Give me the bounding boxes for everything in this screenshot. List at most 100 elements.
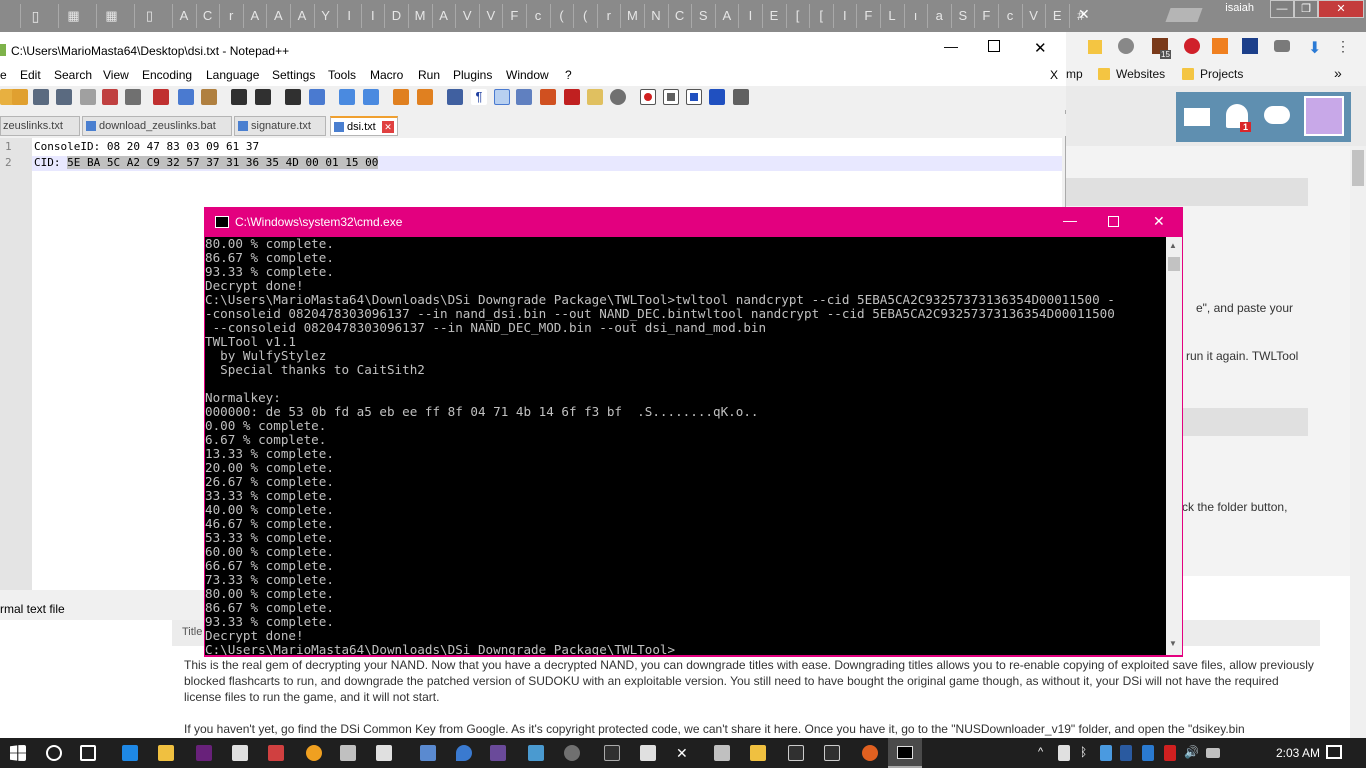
menu-view[interactable]: View: [103, 68, 129, 82]
task-view-icon[interactable]: [80, 745, 96, 761]
replace-icon[interactable]: [309, 89, 325, 105]
close-button[interactable]: ✕: [1034, 39, 1047, 57]
tray-icon[interactable]: [1142, 745, 1154, 761]
doc-map-icon[interactable]: [540, 89, 556, 105]
bookmark-item[interactable]: mp: [1066, 67, 1083, 81]
chrome-tab[interactable]: Y: [313, 4, 337, 28]
app-icon[interactable]: [376, 745, 392, 761]
clock[interactable]: 2:03 AM: [1276, 746, 1320, 760]
app-icon[interactable]: [268, 745, 284, 761]
menu-language[interactable]: Language: [206, 68, 259, 82]
tray-icon[interactable]: [1120, 745, 1132, 761]
app-icon[interactable]: [862, 745, 878, 761]
extension-icon[interactable]: [1184, 38, 1200, 54]
scroll-down-icon[interactable]: ▼: [1169, 639, 1177, 648]
chrome-profile-name[interactable]: isaiah: [1225, 2, 1254, 14]
paste-icon[interactable]: [201, 89, 217, 105]
action-center-icon[interactable]: [1326, 745, 1342, 759]
console-output[interactable]: 80.00 % complete. 86.67 % complete. 93.33 …: [205, 237, 1166, 655]
close-tab-icon[interactable]: ✕: [382, 121, 394, 133]
save-icon[interactable]: [33, 89, 49, 105]
chrome-tab[interactable]: (: [573, 4, 596, 28]
chrome-tab[interactable]: [: [809, 4, 832, 28]
chrome-tab[interactable]: A: [431, 4, 455, 28]
folder-workspace-icon[interactable]: [587, 89, 603, 105]
close-tab-icon[interactable]: ✕: [1078, 6, 1090, 23]
page-scrollbar-thumb[interactable]: [1352, 150, 1364, 186]
play-macro-icon[interactable]: [686, 89, 702, 105]
chrome-tab[interactable]: I: [832, 4, 856, 28]
file-tab-active[interactable]: dsi.txt ✕: [330, 116, 398, 136]
tab-page-icon[interactable]: ▦: [58, 4, 88, 28]
record-macro-icon[interactable]: [640, 89, 656, 105]
extension-icon[interactable]: [1118, 38, 1134, 54]
chrome-tab[interactable]: L: [880, 4, 903, 28]
file-tab[interactable]: zeuslinks.txt: [0, 116, 80, 136]
chrome-tab[interactable]: S: [691, 4, 714, 28]
tab-page-icon[interactable]: ▯: [20, 4, 50, 28]
function-list-icon[interactable]: [564, 89, 580, 105]
undo-icon[interactable]: [231, 89, 247, 105]
save-macro-icon[interactable]: [733, 89, 749, 105]
scrollbar-thumb[interactable]: [1168, 257, 1180, 271]
chrome-tab[interactable]: (: [549, 4, 573, 28]
chrome-icon[interactable]: [306, 745, 322, 761]
close-file-icon[interactable]: [80, 89, 96, 105]
tab-page-icon[interactable]: ▦: [96, 4, 126, 28]
print-icon[interactable]: [125, 89, 141, 105]
app-icon[interactable]: [232, 745, 248, 761]
language-icon[interactable]: [516, 89, 532, 105]
app-icon[interactable]: [714, 745, 730, 761]
find-icon[interactable]: [285, 89, 301, 105]
mail-icon[interactable]: [1184, 108, 1210, 126]
upload-cloud-icon[interactable]: [1264, 106, 1290, 124]
chrome-tab[interactable]: I: [738, 4, 761, 28]
chrome-tab[interactable]: C: [667, 4, 691, 28]
chrome-tab[interactable]: r: [596, 4, 620, 28]
save-all-icon[interactable]: [56, 89, 72, 105]
app-icon[interactable]: [564, 745, 580, 761]
maximize-button[interactable]: [988, 40, 1000, 52]
tray-icon[interactable]: [1164, 745, 1176, 761]
file-tab[interactable]: signature.txt: [234, 116, 326, 136]
bluetooth-icon[interactable]: ᛒ: [1080, 745, 1096, 761]
chrome-tab[interactable]: r: [219, 4, 242, 28]
menu-window[interactable]: Window: [506, 68, 549, 82]
chrome-tab[interactable]: N: [644, 4, 667, 28]
avatar[interactable]: [1304, 96, 1344, 136]
file-explorer-icon[interactable]: [158, 745, 174, 761]
new-tab-button[interactable]: [1165, 8, 1203, 22]
copy-icon[interactable]: [178, 89, 194, 105]
extension-icon[interactable]: [1242, 38, 1258, 54]
open-file-icon[interactable]: [12, 89, 28, 105]
zoom-out-icon[interactable]: [363, 89, 379, 105]
app-icon[interactable]: [340, 745, 356, 761]
menu-search[interactable]: Search: [54, 68, 92, 82]
chrome-tab[interactable]: A: [290, 4, 313, 28]
close-document-button[interactable]: X: [1050, 68, 1058, 82]
sync-horizontal-icon[interactable]: [417, 89, 433, 105]
sync-vertical-icon[interactable]: [393, 89, 409, 105]
code-line[interactable]: ConsoleID: 08 20 47 83 03 09 61 37: [34, 140, 259, 153]
app-icon[interactable]: [604, 745, 620, 761]
chrome-tab[interactable]: M: [620, 4, 643, 28]
page-scrollbar[interactable]: [1350, 146, 1366, 738]
chrome-tab[interactable]: I: [337, 4, 360, 28]
minimize-button[interactable]: —: [1063, 212, 1077, 228]
extension-icon[interactable]: [1088, 40, 1102, 54]
tray-icon[interactable]: [1058, 745, 1070, 761]
volume-icon[interactable]: 🔊: [1184, 745, 1200, 761]
word-wrap-icon[interactable]: [447, 89, 463, 105]
more-bookmarks-icon[interactable]: »: [1334, 65, 1342, 81]
tools-icon[interactable]: ✕: [676, 745, 692, 761]
chrome-tab[interactable]: A: [242, 4, 266, 28]
menu-tools[interactable]: Tools: [328, 68, 356, 82]
tray-icon[interactable]: [1100, 745, 1112, 761]
file-tab[interactable]: download_zeuslinks.bat: [82, 116, 232, 136]
menu-icon[interactable]: ⋮: [1336, 38, 1350, 55]
chrome-tab[interactable]: S: [950, 4, 974, 28]
menu-encoding[interactable]: Encoding: [142, 68, 192, 82]
close-button[interactable]: ✕: [1318, 0, 1364, 18]
cut-icon[interactable]: [153, 89, 169, 105]
show-all-chars-icon[interactable]: ¶: [471, 89, 487, 105]
